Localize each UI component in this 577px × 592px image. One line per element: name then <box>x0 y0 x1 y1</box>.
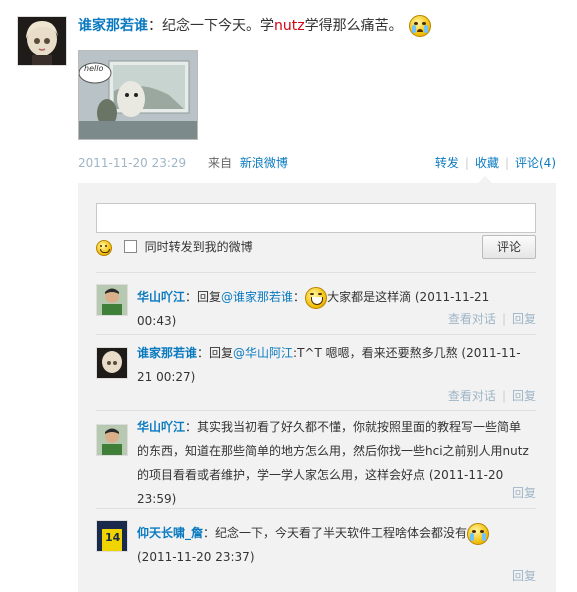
separator: | <box>501 389 506 403</box>
comment-avatar[interactable]: 14 <box>96 520 128 552</box>
post-actions: 转发 | 收藏 | 评论(4) <box>435 153 556 173</box>
separator: | <box>504 156 509 170</box>
post-source-link[interactable]: 新浪微博 <box>240 156 288 170</box>
comment-author-name[interactable]: 仰天长啸_詹 <box>137 526 203 540</box>
comment-author-name[interactable]: 谁家那若谁 <box>137 346 197 360</box>
comment-text: 仰天长啸_詹：纪念一下，今天看了半天软件工程啥体会都没有 (2011-11-20… <box>137 521 529 569</box>
also-repost-label[interactable]: 同时转发到我的微博 <box>145 240 253 254</box>
laughing-emoji-icon <box>305 286 328 309</box>
comment-body: ：其实我当初看了好久都不懂，你就按照里面的教程写一些简单的东西，知道在那些简单的… <box>137 420 529 506</box>
post-author-avatar[interactable] <box>17 16 67 66</box>
comment-avatar[interactable] <box>96 284 128 316</box>
comment-body: ：回复 <box>185 290 222 304</box>
post-text-after: 学得那么痛苦。 <box>304 18 403 34</box>
post-image-thumbnail[interactable]: hello <box>78 50 198 140</box>
also-repost-checkbox[interactable] <box>123 240 137 253</box>
submit-comment-button[interactable]: 评论 <box>482 235 536 259</box>
smiley-icon[interactable] <box>96 239 112 256</box>
post-text-before: ：纪念一下今天。学 <box>148 18 274 34</box>
post-timestamp[interactable]: 2011-11-20 23:29 <box>78 156 186 170</box>
favorite-link[interactable]: 收藏 <box>475 156 499 170</box>
comment-link[interactable]: 评论(4) <box>515 156 556 170</box>
comment-actions: 查看对话 | 回复 <box>448 387 536 405</box>
comment-body: ：纪念一下，今天看了半天软件工程啥体会都没有 <box>203 526 468 540</box>
jersey-number: 14 <box>105 531 121 544</box>
comment-mention[interactable]: @谁家那若谁 <box>221 290 293 304</box>
divider <box>96 334 536 335</box>
post-meta-row: 2011-11-20 23:29 来自 新浪微博 转发 | 收藏 | 评论(4) <box>78 153 556 173</box>
view-conversation-link[interactable]: 查看对话 <box>448 389 496 403</box>
comment-avatar[interactable] <box>96 424 128 456</box>
repost-link[interactable]: 转发 <box>435 156 459 170</box>
divider <box>96 508 536 509</box>
post-keyword-link[interactable]: nutz <box>274 18 305 34</box>
comment-author-name[interactable]: 华山吖江 <box>137 290 185 304</box>
post-from-label: 来自 <box>207 156 232 170</box>
composer-controls: 同时转发到我的微博 <box>96 236 253 258</box>
comment-text: 谁家那若谁：回复@华山阿江:T^T 嗯嗯，看来还要熬多几熬 (2011-11-2… <box>137 341 529 389</box>
comment-actions: 回复 <box>512 484 536 502</box>
crying-emoji-icon <box>409 15 432 37</box>
image-caption: hello <box>84 64 104 73</box>
comment-input[interactable] <box>96 203 536 233</box>
panel-pointer <box>478 176 492 183</box>
comment-avatar[interactable] <box>96 347 128 379</box>
separator: | <box>464 156 469 170</box>
divider <box>96 272 536 273</box>
comment-actions: 回复 <box>512 567 536 585</box>
view-conversation-link[interactable]: 查看对话 <box>448 312 496 326</box>
comment-mention[interactable]: @华山阿江 <box>233 346 293 360</box>
post-author-name[interactable]: 谁家那若谁 <box>78 18 148 34</box>
divider <box>96 410 536 411</box>
comment-author-name[interactable]: 华山吖江 <box>137 420 185 434</box>
reply-link[interactable]: 回复 <box>512 486 536 500</box>
reply-link[interactable]: 回复 <box>512 312 536 326</box>
comment-text: 华山吖江：其实我当初看了好久都不懂，你就按照里面的教程写一些简单的东西，知道在那… <box>137 415 529 511</box>
comment-body: ： <box>293 290 306 304</box>
reply-link[interactable]: 回复 <box>512 569 536 583</box>
reply-link[interactable]: 回复 <box>512 389 536 403</box>
comments-panel: 同时转发到我的微博 评论 华山吖江：回复@谁家那若谁： 大家都是这样滴 (2011… <box>78 176 556 592</box>
crying-emoji-icon <box>467 522 490 545</box>
separator: | <box>501 312 506 326</box>
comment-actions: 查看对话 | 回复 <box>448 310 536 328</box>
comment-body: (2011-11-20 23:37) <box>137 550 255 564</box>
post-text: 谁家那若谁：纪念一下今天。学nutz学得那么痛苦。 <box>78 14 558 38</box>
comment-body: ：回复 <box>197 346 234 360</box>
